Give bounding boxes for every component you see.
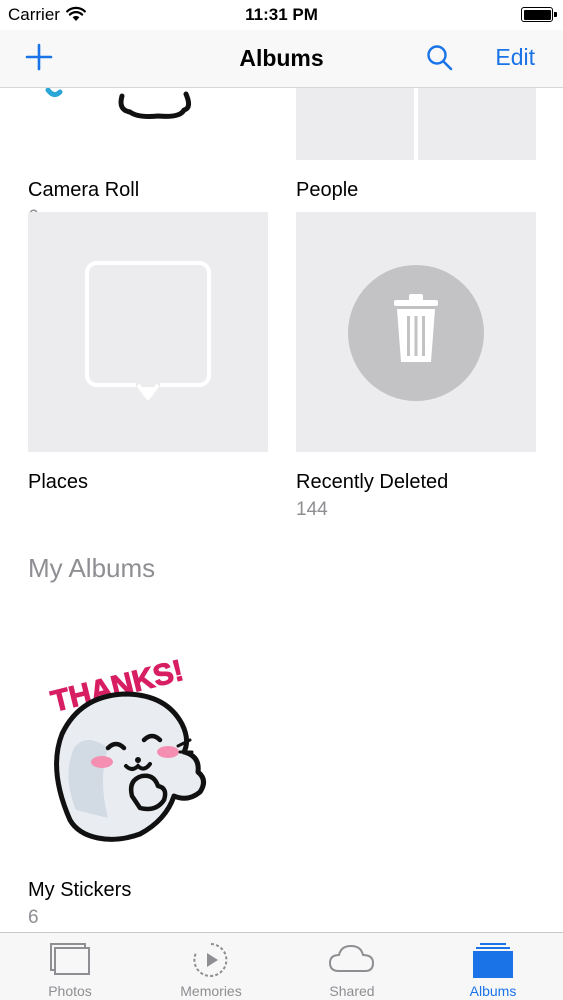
albums-scroll-view[interactable]: Camera Roll 6 People Places (0, 88, 563, 932)
recently-deleted-thumbnail (296, 212, 536, 452)
album-tile-camera-roll[interactable]: Camera Roll 6 (28, 88, 268, 229)
tab-shared[interactable]: Shared (282, 933, 422, 1000)
navigation-bar: Albums Edit (0, 30, 563, 88)
albums-icon (473, 943, 513, 978)
album-tile-my-stickers[interactable]: THANKS! My Stickers 6 (28, 620, 268, 929)
tab-bar: Photos Memories Shared Albums (0, 932, 563, 1000)
tab-albums[interactable]: Albums (423, 933, 563, 1000)
tab-label: Memories (180, 983, 242, 999)
album-tile-places[interactable]: Places (28, 212, 268, 494)
tab-label: Photos (48, 983, 92, 999)
status-time: 11:31 PM (245, 5, 318, 24)
trash-icon (348, 265, 484, 401)
album-tile-people[interactable]: People (296, 88, 536, 202)
search-icon[interactable] (424, 42, 456, 74)
album-title: Places (28, 471, 89, 493)
camera-roll-thumbnail (28, 88, 268, 160)
edit-button[interactable]: Edit (495, 44, 535, 71)
status-bar: Carrier 11:31 PM (0, 0, 563, 30)
places-thumbnail (28, 212, 268, 452)
album-title: People (296, 179, 359, 201)
tab-memories[interactable]: Memories (141, 933, 281, 1000)
map-pin-placeholder-icon (85, 261, 211, 400)
my-stickers-thumbnail: THANKS! (28, 620, 268, 860)
tab-label: Albums (469, 983, 517, 999)
photos-icon (50, 943, 90, 975)
album-title: My Stickers (28, 879, 132, 901)
my-albums-section-title: My Albums (28, 553, 156, 583)
thanks-seal-sticker-image: THANKS! (47, 654, 206, 842)
album-count: 6 (28, 907, 39, 928)
people-thumbnail (296, 88, 536, 160)
album-tile-recently-deleted[interactable]: Recently Deleted 144 (296, 212, 536, 521)
tab-label: Shared (329, 983, 375, 999)
page-title: Albums (239, 45, 324, 71)
cloud-icon (329, 945, 374, 972)
tab-photos[interactable]: Photos (0, 933, 140, 1000)
album-title: Camera Roll (28, 179, 140, 201)
album-title: Recently Deleted (296, 471, 449, 493)
album-count: 144 (296, 499, 328, 520)
add-album-button[interactable] (22, 40, 56, 74)
memories-icon (193, 943, 228, 977)
sticker-partial-image (45, 88, 192, 119)
battery-icon (521, 7, 557, 22)
